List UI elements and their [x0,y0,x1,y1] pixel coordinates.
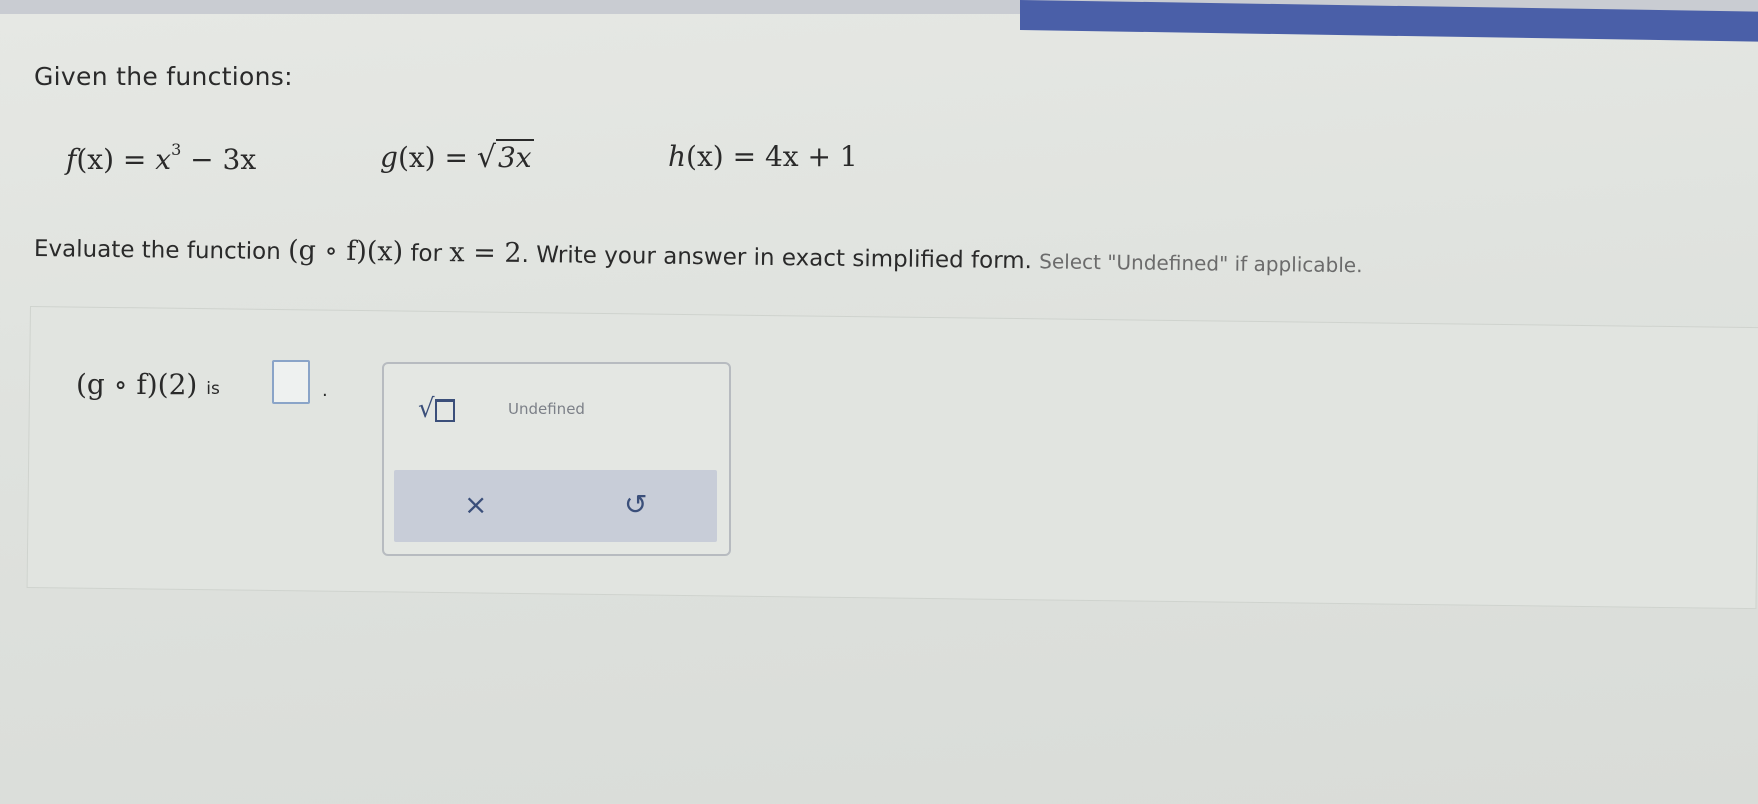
question-heading: Given the functions: [34,62,293,91]
prompt-mid: for [402,240,450,268]
prompt-note: Select "Undefined" if applicable. [1039,249,1363,278]
function-f-name: f [66,143,77,176]
answer-input[interactable] [272,360,310,404]
function-f-eq: = [114,143,156,176]
function-h-definition: h(x) = 4x + 1 [668,140,858,173]
function-g-eq: = [435,141,477,174]
function-h-rest: 4x + 1 [764,140,858,173]
function-h-name: h [668,140,687,173]
answer-is-label: is [206,379,220,399]
answer-expression: (g ∘ f)(2) [76,368,198,401]
undo-button[interactable]: ↺ [624,488,647,521]
function-f-definition: f(x) = x3 − 3x [66,140,256,176]
function-f-base: x [155,143,172,176]
function-g-arg: (x) [397,141,436,174]
question-prompt: Evaluate the function (g ∘ f)(x) for x =… [34,232,1363,279]
prompt-lead: Evaluate the function [33,236,289,266]
answer-period: . [322,380,328,401]
prompt-condition: x = 2 [449,237,522,269]
keypad-action-bar: × ↺ [394,470,717,542]
function-f-exponent: 3 [171,140,182,159]
function-h-eq: = [723,140,765,173]
answer-panel [26,306,1758,610]
answer-statement: (g ∘ f)(2) is [76,368,220,401]
square-root-expression: √3x [476,139,534,175]
prompt-tail: . Write your answer in exact simplified … [521,241,1040,275]
function-g-definition: g(x) = √3x [380,139,534,175]
placeholder-box-icon [434,398,455,422]
clear-button[interactable]: × [464,488,487,521]
square-root-icon: √ [418,394,435,424]
function-h-arg: (x) [686,140,724,173]
math-keypad: √ Undefined × ↺ [382,362,731,556]
function-f-rest: − 3x [181,143,257,176]
square-root-button[interactable]: √ [418,394,455,424]
prompt-composition: (g ∘ f)(x) [287,235,404,268]
function-g-name: g [380,141,398,174]
function-f-arg: (x) [76,143,115,176]
function-g-radicand: 3x [495,139,534,174]
square-root-icon: √ [476,140,496,175]
undefined-button[interactable]: Undefined [508,400,585,418]
